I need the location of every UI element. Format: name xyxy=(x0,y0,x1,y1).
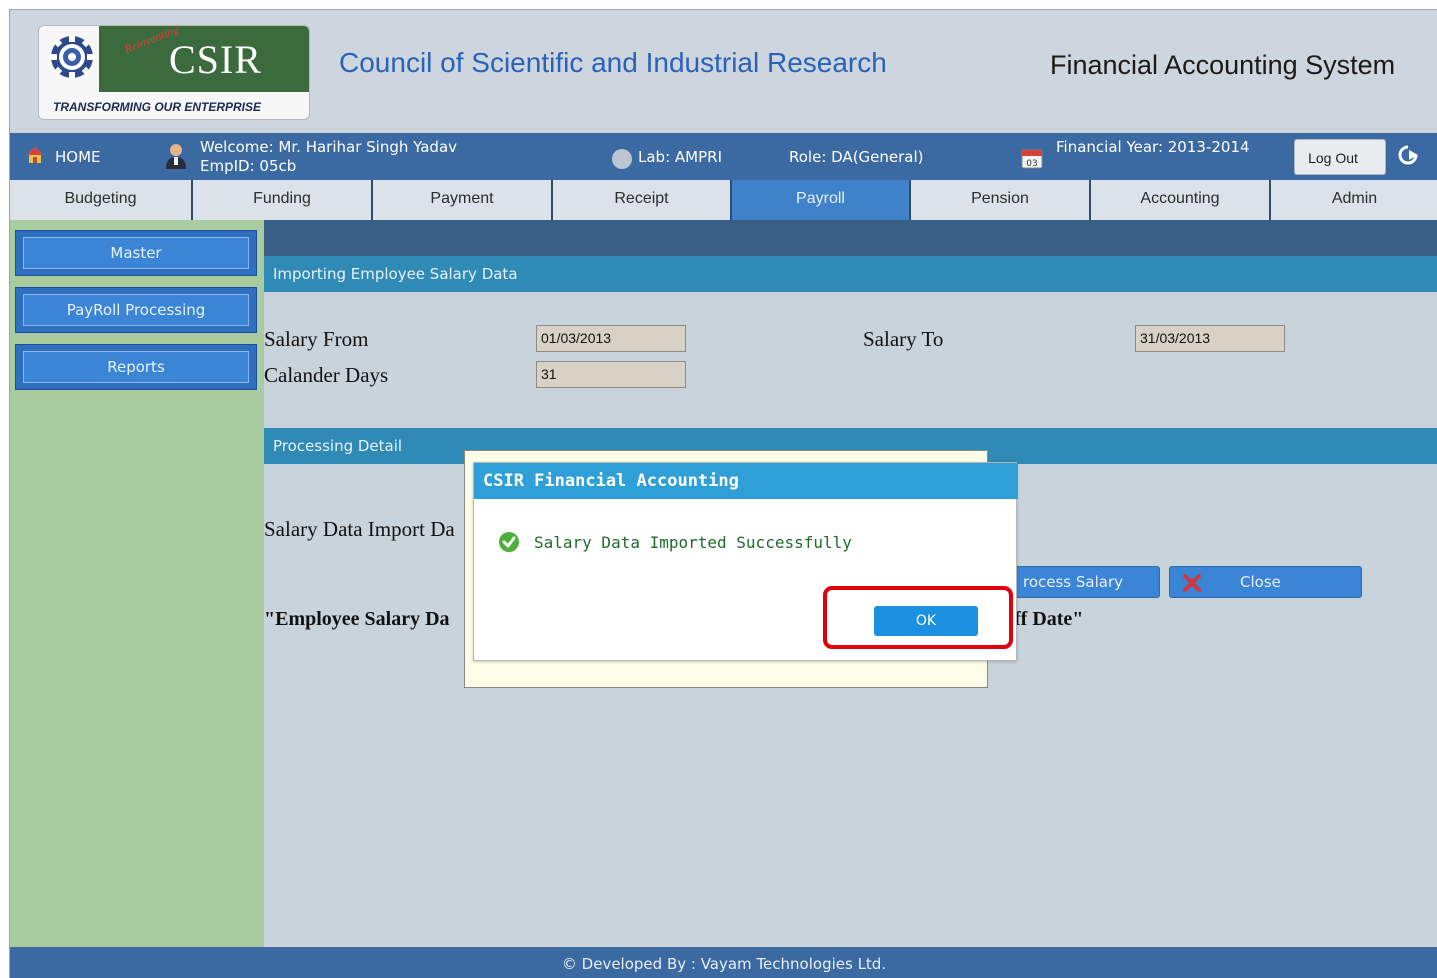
sidebar-item-payroll-processing[interactable]: PayRoll Processing xyxy=(15,287,257,333)
sidebar: Master PayRoll Processing Reports xyxy=(10,220,264,947)
user-info-bar: HOME Welcome: Mr. Harihar Singh Yadav Em… xyxy=(10,133,1437,180)
note-text-right: ff Date" xyxy=(1014,608,1084,630)
dialog-message: Salary Data Imported Successfully xyxy=(534,533,852,552)
footer: © Developed By : Vayam Technologies Ltd. xyxy=(10,947,1437,978)
logout-button[interactable]: Log Out xyxy=(1294,139,1386,175)
section-importing-salary-data: Importing Employee Salary Data xyxy=(264,256,1437,292)
tab-admin[interactable]: Admin xyxy=(1271,180,1437,220)
lab-text: Lab: AMPRI xyxy=(638,148,722,166)
logo-tagline: TRANSFORMING OUR ENTERPRISE xyxy=(53,100,262,114)
logout-arrow-icon[interactable] xyxy=(1397,144,1419,166)
tab-payment[interactable]: Payment xyxy=(373,180,553,220)
home-link[interactable]: HOME xyxy=(55,148,101,166)
sidebar-item-label: Reports xyxy=(23,351,249,383)
tab-receipt[interactable]: Receipt xyxy=(553,180,732,220)
financial-year: Financial Year: 2013-2014 xyxy=(1056,138,1250,156)
salary-import-date-label: Salary Data Import Da xyxy=(264,517,455,541)
employee-id: EmpID: 05cb xyxy=(200,157,297,175)
gear-emblem-icon xyxy=(49,34,95,80)
close-button-label: Close xyxy=(1240,573,1281,591)
dialog-title: CSIR Financial Accounting xyxy=(474,463,1018,499)
close-button[interactable]: Close xyxy=(1169,566,1362,598)
sidebar-item-reports[interactable]: Reports xyxy=(15,344,257,390)
tab-accounting[interactable]: Accounting xyxy=(1091,180,1271,220)
sidebar-item-master[interactable]: Master xyxy=(15,230,257,276)
tab-pension[interactable]: Pension xyxy=(911,180,1091,220)
user-avatar-icon xyxy=(166,144,186,169)
role-text: Role: DA(General) xyxy=(789,148,924,166)
tab-budgeting[interactable]: Budgeting xyxy=(10,180,193,220)
globe-icon xyxy=(612,149,632,169)
csir-logo[interactable]: Reinventing CSIR TRANSFORMING OUR ENTERP… xyxy=(38,25,310,120)
organization-title: Council of Scientific and Industrial Res… xyxy=(339,47,887,78)
calendar-days-field[interactable]: 31 xyxy=(536,361,686,388)
salary-to-label: Salary To xyxy=(863,327,944,351)
content-top-bar xyxy=(264,220,1437,256)
salary-from-label: Salary From xyxy=(264,327,369,351)
salary-from-field[interactable]: 01/03/2013 xyxy=(536,325,686,352)
module-tabs: Budgeting Funding Payment Receipt Payrol… xyxy=(10,180,1437,220)
home-icon[interactable] xyxy=(26,146,44,164)
close-icon xyxy=(1183,574,1201,592)
system-title: Financial Accounting System xyxy=(1050,50,1396,80)
calendar-icon: 03 xyxy=(1021,149,1043,169)
tab-funding[interactable]: Funding xyxy=(193,180,373,220)
sidebar-item-label: PayRoll Processing xyxy=(23,294,249,326)
header: Reinventing CSIR TRANSFORMING OUR ENTERP… xyxy=(10,10,1437,133)
ok-button-highlight-box xyxy=(823,586,1013,649)
logo-wordmark: CSIR xyxy=(169,37,262,82)
note-text-left: "Employee Salary Da xyxy=(264,608,450,630)
success-check-icon xyxy=(499,532,519,552)
calendar-days-label: Calander Days xyxy=(264,363,389,387)
sidebar-item-label: Master xyxy=(23,237,249,269)
process-salary-button[interactable]: rocess Salary xyxy=(1014,566,1160,598)
tab-payroll[interactable]: Payroll xyxy=(732,180,911,220)
calendar-day-label: 03 xyxy=(1026,159,1037,169)
welcome-text: Welcome: Mr. Harihar Singh Yadav xyxy=(200,138,458,156)
salary-to-field[interactable]: 31/03/2013 xyxy=(1135,325,1285,352)
